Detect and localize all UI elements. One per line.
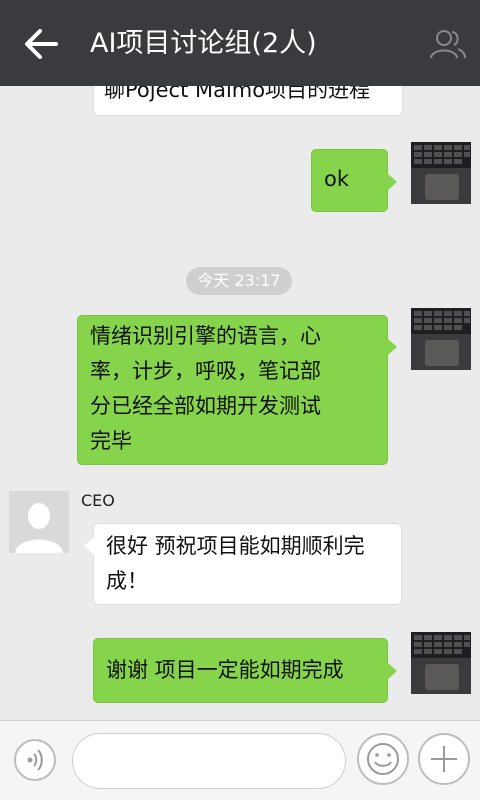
smiley-icon: [367, 743, 399, 775]
message-line: 成！: [106, 569, 148, 593]
message-bubble[interactable]: 情绪识别引擎的语言，心 率，计步，呼吸，笔记部 分已经全部如期开发测试 完毕: [77, 315, 388, 465]
message-text: ok: [324, 167, 350, 191]
sender-name: CEO: [81, 491, 115, 510]
group-members-button[interactable]: [428, 24, 468, 64]
chat-messages[interactable]: 聊Poject Maimo项目的进程 ok 今天 23:17 情绪识别引擎的语言…: [0, 86, 480, 720]
more-button[interactable]: [418, 733, 470, 785]
message-input[interactable]: [72, 733, 346, 789]
ceo-avatar[interactable]: [9, 491, 69, 553]
message-bubble[interactable]: ok: [311, 149, 388, 212]
message-text: 谢谢 项目一定能如期完成: [106, 658, 344, 682]
voice-icon: [27, 749, 43, 771]
group-members-icon: [430, 30, 466, 59]
keyboard-photo-icon: [411, 632, 471, 694]
arrow-left-icon: [25, 29, 58, 59]
my-avatar[interactable]: [411, 142, 471, 204]
message-bubble[interactable]: 很好 预祝项目能如期顺利完 成！: [93, 523, 402, 605]
back-button[interactable]: [20, 22, 64, 66]
input-bar: [0, 720, 480, 800]
plus-icon: [431, 746, 457, 772]
message-line: 很好 预祝项目能如期顺利完: [106, 534, 365, 558]
message-line: 率，计步，呼吸，笔记部: [90, 359, 321, 383]
message-line: 情绪识别引擎的语言，心: [90, 324, 321, 348]
bubble-tail: [387, 338, 397, 356]
keyboard-photo-icon: [411, 142, 471, 204]
message-bubble[interactable]: 聊Poject Maimo项目的进程: [93, 86, 403, 116]
bubble-tail: [387, 173, 397, 191]
message-bubble[interactable]: 谢谢 项目一定能如期完成: [93, 638, 388, 703]
keyboard-photo-icon: [411, 308, 471, 370]
my-avatar[interactable]: [411, 308, 471, 370]
bubble-tail: [84, 537, 94, 555]
message-text: 聊Poject Maimo项目的进程: [104, 86, 371, 102]
message-line: 分已经全部如期开发测试: [90, 394, 321, 418]
default-user-icon: [9, 491, 69, 553]
my-avatar[interactable]: [411, 632, 471, 694]
top-bar: AI项目讨论组(2人): [0, 0, 480, 86]
message-line: 完毕: [90, 429, 132, 453]
voice-button[interactable]: [14, 739, 56, 781]
timestamp-badge: 今天 23:17: [186, 267, 292, 295]
chat-title: AI项目讨论组(2人): [90, 28, 317, 59]
bubble-tail: [387, 662, 397, 680]
emoji-button[interactable]: [357, 733, 409, 785]
